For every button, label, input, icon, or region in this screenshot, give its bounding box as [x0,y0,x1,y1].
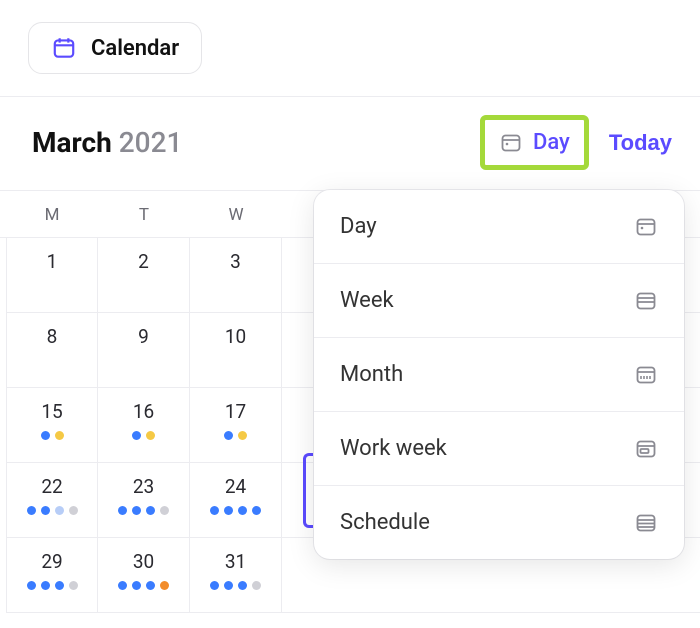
view-dropdown: Day Week Month Work week Schedule [314,190,684,559]
dropdown-item-month[interactable]: Month [314,338,684,412]
view-switch-label: Day [533,130,570,155]
event-dot [210,506,219,515]
event-dot [118,506,127,515]
dropdown-item-day[interactable]: Day [314,190,684,264]
calendar-cell[interactable]: 23 [98,463,190,538]
event-dot [238,581,247,590]
weekday-w: W [190,191,282,237]
calendar-cell[interactable]: 9 [98,313,190,388]
event-dots [41,431,64,440]
day-number: 23 [133,475,154,498]
event-dot [118,581,127,590]
calendar-day-icon [634,215,658,239]
dropdown-item-workweek[interactable]: Work week [314,412,684,486]
dropdown-item-label: Work week [340,436,447,461]
today-button[interactable]: Today [609,130,672,156]
day-number: 10 [225,325,246,348]
event-dot [160,506,169,515]
event-dot [146,581,155,590]
event-dot [252,581,261,590]
event-dot [238,506,247,515]
day-number: 22 [41,475,62,498]
calendar-workweek-icon [634,437,658,461]
calendar-cell[interactable]: 24 [190,463,282,538]
dropdown-item-label: Week [340,288,394,313]
event-dot [41,431,50,440]
event-dots [118,581,169,590]
today-marker [303,453,313,528]
calendar-cell[interactable]: 22 [6,463,98,538]
day-number: 17 [225,400,246,423]
day-number: 1 [47,250,58,273]
day-number: 9 [138,325,149,348]
event-dot [224,506,233,515]
event-dot [55,506,64,515]
dropdown-item-label: Schedule [340,510,430,535]
dropdown-item-schedule[interactable]: Schedule [314,486,684,559]
year-label: 2021 [119,126,183,159]
calendar-cell[interactable]: 15 [6,388,98,463]
calendar-schedule-icon [634,511,658,535]
event-dot [27,506,36,515]
calendar-day-icon [499,131,523,155]
calendar-cell[interactable]: 1 [6,238,98,313]
event-dot [224,581,233,590]
event-dots [27,581,78,590]
view-switch-button[interactable]: Day [480,115,589,170]
calendar-cell[interactable]: 3 [190,238,282,313]
event-dot [41,506,50,515]
dropdown-item-label: Month [340,362,403,387]
month-title: March 2021 [32,126,182,159]
event-dot [224,431,233,440]
calendar-cell[interactable]: 29 [6,538,98,613]
calendar-week-icon [634,289,658,313]
day-number: 2 [138,250,149,273]
day-number: 30 [133,550,154,573]
event-dot [55,581,64,590]
calendar-cell[interactable]: 16 [98,388,190,463]
event-dot [210,581,219,590]
event-dot [146,431,155,440]
day-number: 24 [225,475,246,498]
calendar-cell[interactable]: 2 [98,238,190,313]
event-dot [41,581,50,590]
event-dot [132,581,141,590]
calendar-cell[interactable]: 10 [190,313,282,388]
event-dot [55,431,64,440]
event-dot [252,506,261,515]
day-number: 15 [41,400,62,423]
event-dots [210,506,261,515]
event-dots [118,506,169,515]
event-dots [210,581,261,590]
weekday-m: M [6,191,98,237]
calendar-chip-label: Calendar [91,36,179,61]
calendar-icon [51,35,77,61]
day-number: 31 [225,550,246,573]
event-dots [132,431,155,440]
calendar-cell[interactable]: 30 [98,538,190,613]
event-dot [146,506,155,515]
calendar-cell[interactable]: 17 [190,388,282,463]
event-dot [132,431,141,440]
month-label: March [32,126,112,159]
event-dot [27,581,36,590]
event-dot [69,581,78,590]
day-number: 3 [230,250,241,273]
event-dot [69,506,78,515]
event-dot [132,506,141,515]
weekday-t: T [98,191,190,237]
day-number: 8 [47,325,58,348]
event-dot [160,581,169,590]
event-dot [238,431,247,440]
day-number: 16 [133,400,154,423]
day-number: 29 [41,550,62,573]
calendar-cell[interactable]: 8 [6,313,98,388]
dropdown-item-week[interactable]: Week [314,264,684,338]
dropdown-item-label: Day [340,214,377,239]
event-dots [224,431,247,440]
calendar-month-icon [634,363,658,387]
event-dots [27,506,78,515]
calendar-chip[interactable]: Calendar [28,22,202,74]
calendar-cell[interactable]: 31 [190,538,282,613]
